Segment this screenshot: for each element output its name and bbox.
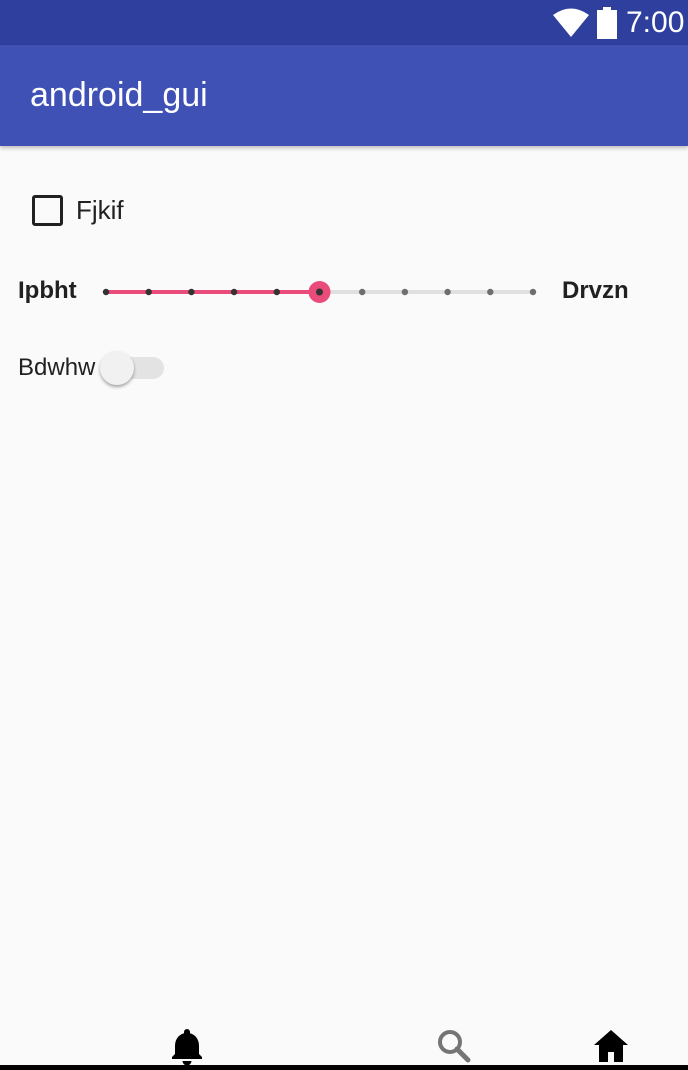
slider-start-label: Ipbht [18,277,77,304]
app-title: android_gui [30,76,208,114]
discrete-slider[interactable] [96,276,544,308]
slider-tick [444,288,451,296]
bdwhw-switch-thumb[interactable] [100,351,134,385]
battery-icon [597,7,617,39]
checkbox-label[interactable]: Fjkif [76,194,124,226]
slider-tick [145,288,152,296]
switch-label: Bdwhw [18,354,96,381]
navigation-bar-edge [0,1065,688,1070]
slider-tick [273,288,280,296]
slider-tick [359,288,366,296]
bell-icon[interactable] [167,1026,207,1066]
slider-thumb-tick [316,288,323,296]
home-icon[interactable] [591,1026,631,1066]
slider-tick [102,288,110,296]
slider-tick [529,288,537,296]
status-clock: 7:00 [626,6,685,39]
app-bar: android_gui [0,45,688,146]
search-icon[interactable] [434,1026,474,1066]
fjkif-checkbox[interactable] [32,195,63,226]
wifi-icon [553,8,589,37]
slider-tick [487,288,494,296]
bottom-navigation [0,1018,688,1066]
slider-tick [230,288,238,296]
slider-tick [188,288,195,296]
slider-end-label: Drvzn [562,277,629,304]
status-bar: 7:00 [0,0,688,45]
slider-tick [401,288,409,296]
